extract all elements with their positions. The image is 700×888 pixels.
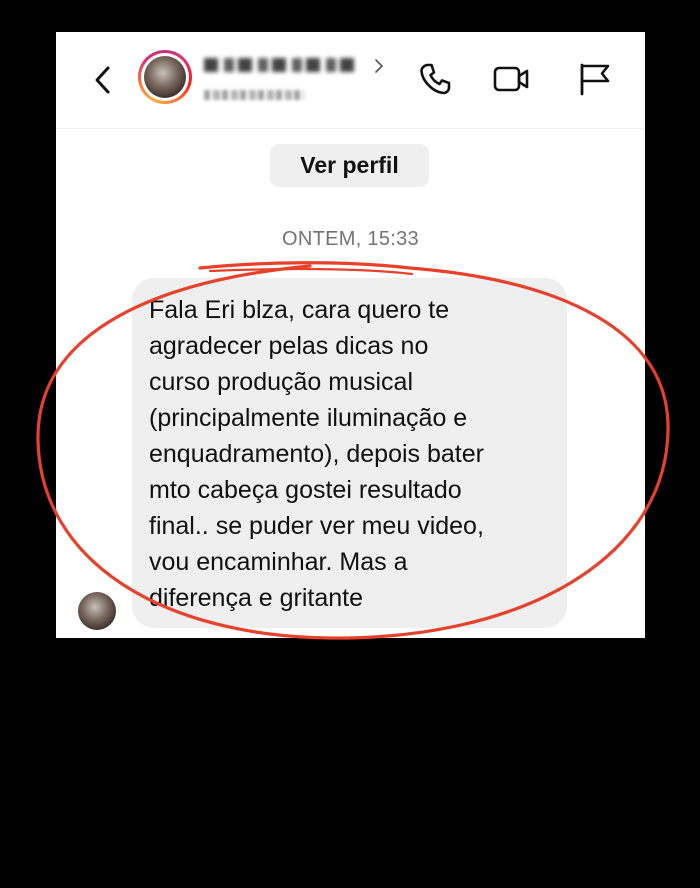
phone-icon <box>420 63 451 95</box>
handle-redaction <box>204 90 304 100</box>
avatar-photo <box>144 56 186 98</box>
call-button[interactable] <box>416 60 454 98</box>
user-handle <box>204 86 314 104</box>
message-text: Fala Eri blza, cara quero te agradecer p… <box>149 296 484 612</box>
sender-avatar[interactable] <box>78 592 116 630</box>
dm-screen: Ver perfil ONTEM, 15:33 Fala Eri blza, c… <box>56 32 645 638</box>
view-profile-button[interactable]: Ver perfil <box>270 144 429 187</box>
report-button[interactable] <box>576 60 614 98</box>
video-call-button[interactable] <box>492 60 530 98</box>
message-bubble[interactable]: Fala Eri blza, cara quero te agradecer p… <box>132 278 567 628</box>
username[interactable] <box>204 50 374 80</box>
chevron-right-icon <box>375 59 383 73</box>
avatar-border <box>141 53 189 101</box>
back-button[interactable] <box>90 60 116 100</box>
avatar[interactable] <box>138 50 192 104</box>
back-chevron-icon <box>95 66 110 94</box>
username-redaction <box>204 58 354 72</box>
flag-icon <box>580 63 610 96</box>
message-timestamp: ONTEM, 15:33 <box>282 228 419 250</box>
video-camera-icon <box>493 66 529 92</box>
chat-header <box>56 32 645 129</box>
